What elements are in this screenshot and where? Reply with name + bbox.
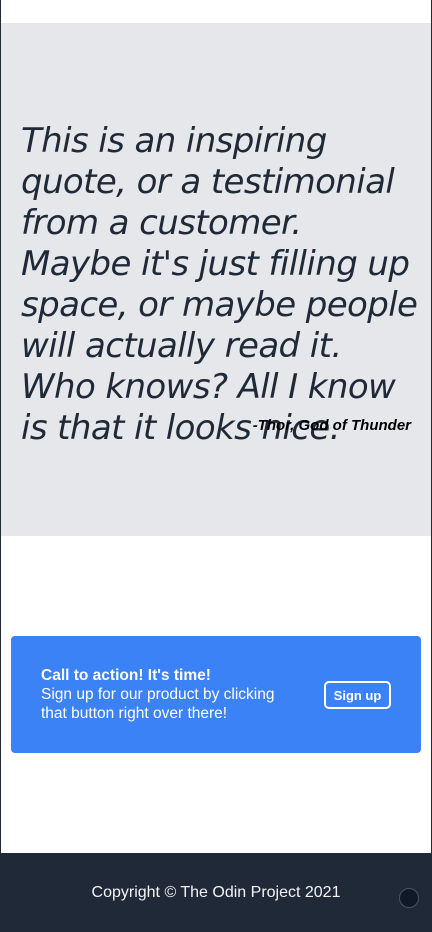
quote-section: This is an inspiring quote, or a testimo… — [1, 23, 431, 536]
call-to-action-box: Call to action! It's time! Sign up for o… — [11, 636, 421, 753]
call-to-action-text: Call to action! It's time! Sign up for o… — [41, 666, 296, 723]
footer-circle-icon — [399, 888, 419, 908]
quote-text: This is an inspiring quote, or a testimo… — [21, 121, 418, 448]
sign-up-button[interactable]: Sign up — [324, 681, 391, 709]
footer: Copyright © The Odin Project 2021 — [1, 853, 431, 932]
footer-copyright: Copyright © The Odin Project 2021 — [91, 884, 341, 901]
quote-author: -Thor, God of Thunder — [252, 417, 411, 434]
call-to-action-description: Sign up for our product by clicking that… — [41, 686, 275, 722]
call-to-action-title: Call to action! It's time! — [41, 667, 211, 684]
